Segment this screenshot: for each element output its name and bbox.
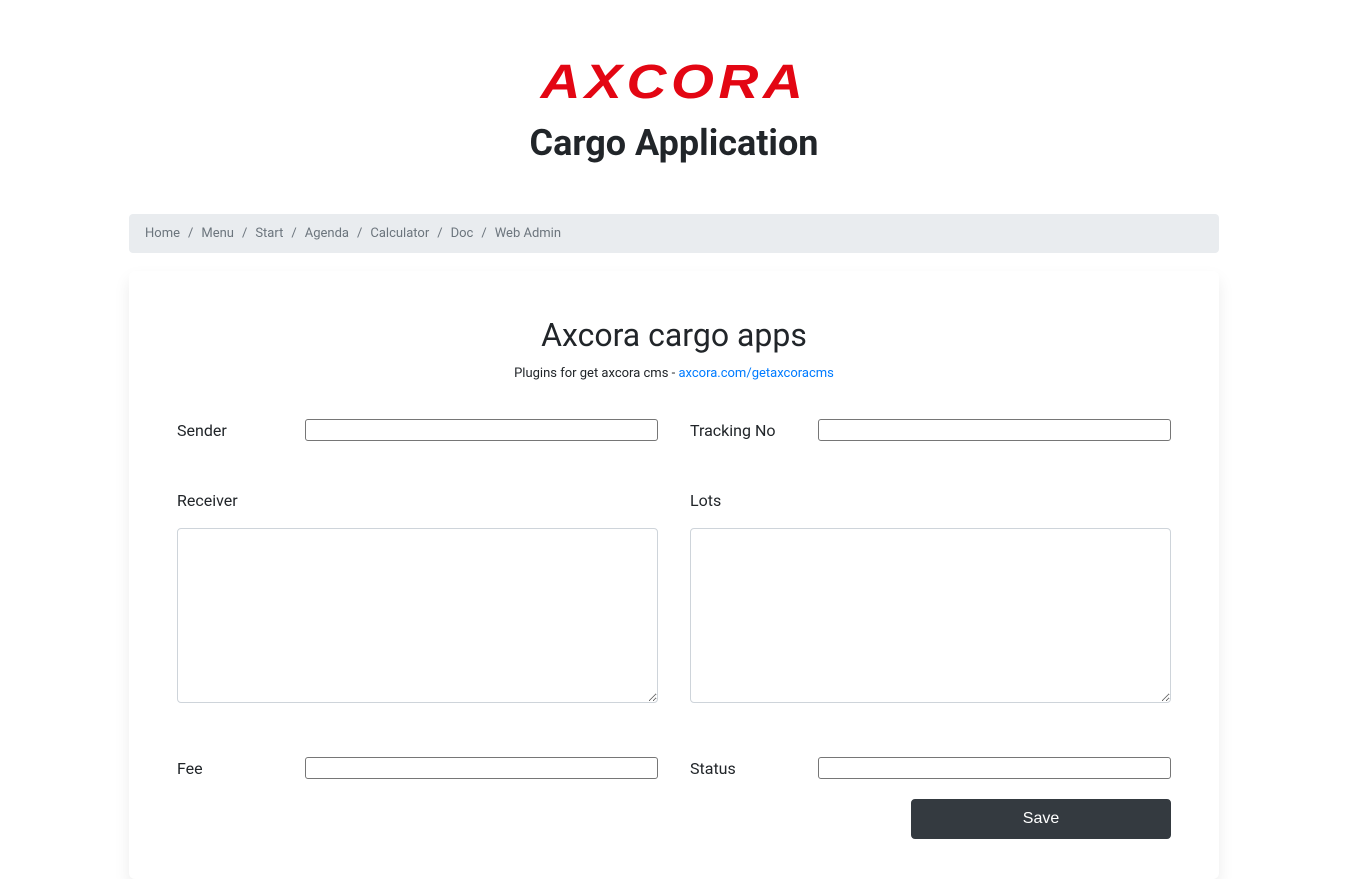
subtitle-link[interactable]: axcora.com/getaxcoracms bbox=[678, 366, 833, 381]
receiver-label: Receiver bbox=[177, 491, 658, 510]
sender-label: Sender bbox=[177, 421, 305, 440]
breadcrumb-web-admin[interactable]: Web Admin bbox=[495, 226, 561, 241]
card-subtitle: Plugins for get axcora cms - axcora.com/… bbox=[177, 366, 1171, 381]
breadcrumb-doc[interactable]: Doc bbox=[451, 226, 474, 241]
breadcrumb-home[interactable]: Home bbox=[145, 226, 180, 241]
save-button[interactable]: Save bbox=[911, 799, 1171, 839]
fee-label: Fee bbox=[177, 759, 305, 778]
status-input[interactable] bbox=[818, 757, 1171, 779]
card-title: Axcora cargo apps bbox=[177, 316, 1171, 354]
fee-input[interactable] bbox=[305, 757, 658, 779]
breadcrumb-menu[interactable]: Menu bbox=[201, 226, 234, 241]
sender-input[interactable] bbox=[305, 419, 658, 441]
status-label: Status bbox=[690, 759, 818, 778]
lots-textarea[interactable] bbox=[690, 528, 1171, 703]
breadcrumb-agenda[interactable]: Agenda bbox=[305, 226, 349, 241]
tracking-no-label: Tracking No bbox=[690, 421, 818, 440]
main-card: Axcora cargo apps Plugins for get axcora… bbox=[129, 271, 1219, 879]
breadcrumb-start[interactable]: Start bbox=[255, 226, 283, 241]
subtitle-text: Plugins for get axcora cms - bbox=[514, 366, 678, 381]
breadcrumb-calculator[interactable]: Calculator bbox=[370, 226, 429, 241]
lots-label: Lots bbox=[690, 491, 1171, 510]
logo-text: AXCORA bbox=[541, 55, 808, 110]
tracking-no-input[interactable] bbox=[818, 419, 1171, 441]
receiver-textarea[interactable] bbox=[177, 528, 658, 703]
app-title: Cargo Application bbox=[0, 122, 1348, 164]
breadcrumb: Home Menu Start Agenda Calculator Doc We… bbox=[129, 214, 1219, 253]
